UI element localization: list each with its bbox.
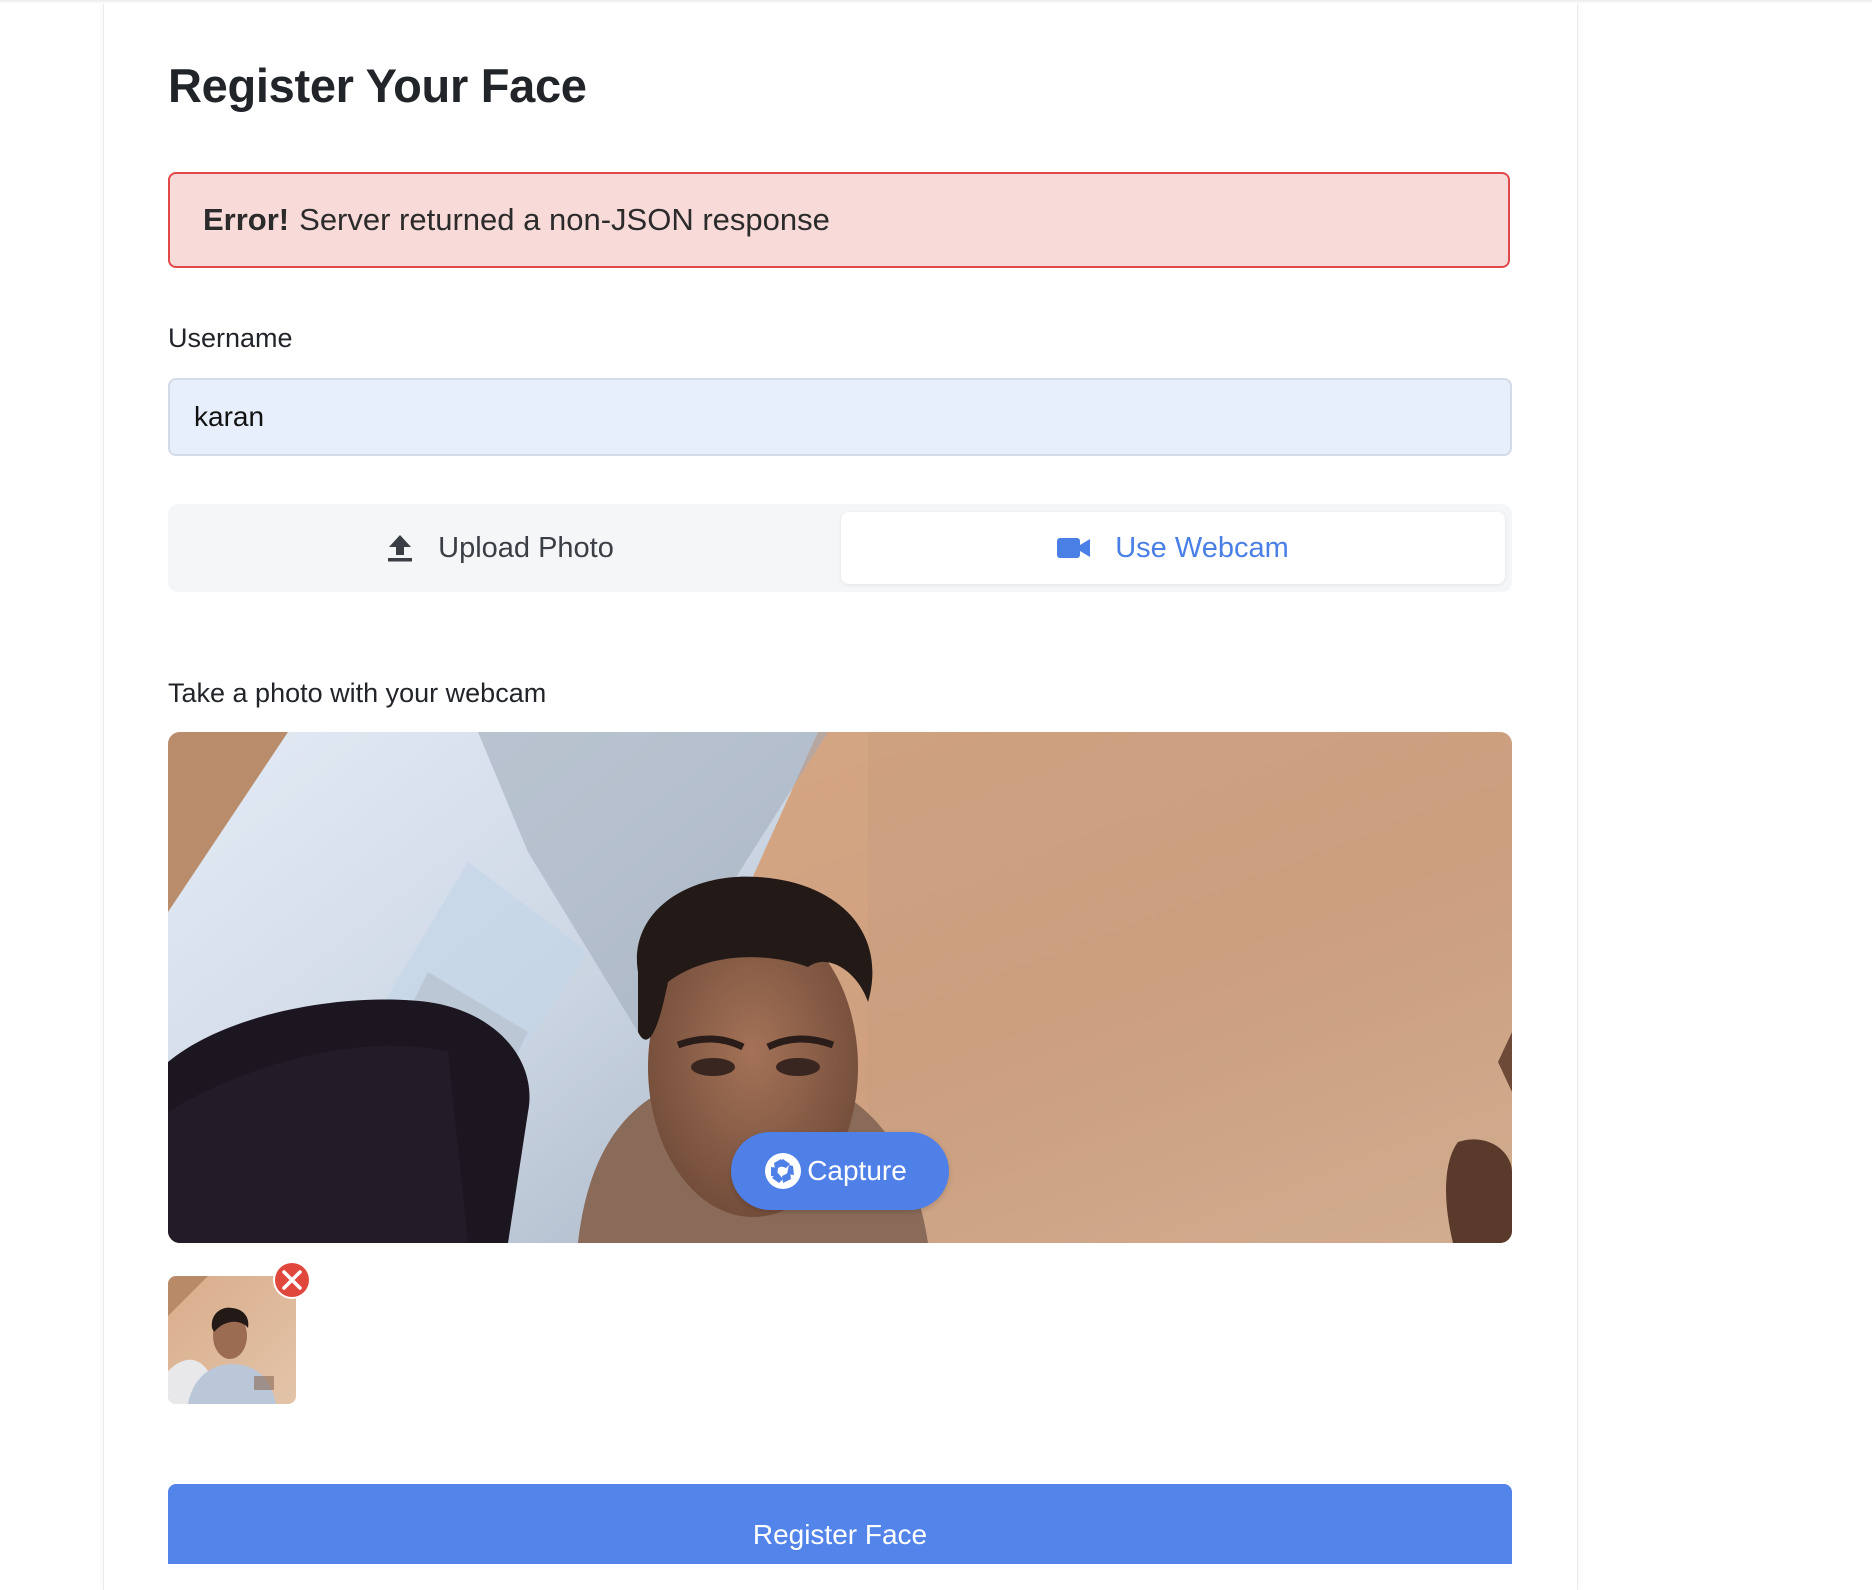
source-tabs: Upload Photo Use Webcam xyxy=(168,504,1512,592)
remove-circle-icon[interactable] xyxy=(272,1260,312,1300)
register-face-button[interactable]: Register Face xyxy=(168,1484,1512,1564)
capture-label: Capture xyxy=(807,1155,907,1186)
tab-use-webcam[interactable]: Use Webcam xyxy=(841,512,1505,584)
upload-icon xyxy=(386,533,414,563)
alert-message: Server returned a non-JSON response xyxy=(299,202,830,237)
tab-upload-photo[interactable]: Upload Photo xyxy=(168,512,832,584)
page-title: Register Your Face xyxy=(168,59,587,112)
top-edge xyxy=(0,0,1872,4)
webcam-label: Take a photo with your webcam xyxy=(168,678,547,708)
tab-upload-label: Upload Photo xyxy=(438,531,614,564)
video-camera-icon xyxy=(1057,536,1091,560)
capture-button[interactable]: Capture xyxy=(731,1132,949,1210)
tab-webcam-label: Use Webcam xyxy=(1115,531,1289,564)
camera-shutter-icon xyxy=(763,1151,803,1191)
username-label: Username xyxy=(168,323,293,353)
error-alert: Error! Server returned a non-JSON respon… xyxy=(168,172,1510,268)
alert-prefix: Error! xyxy=(203,202,290,237)
username-input[interactable] xyxy=(168,378,1512,456)
